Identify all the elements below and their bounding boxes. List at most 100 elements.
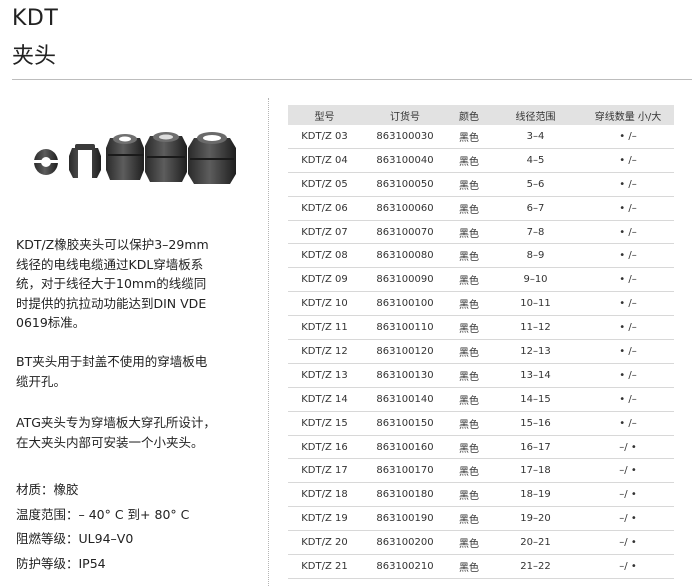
cell-range: 6–7	[526, 202, 545, 214]
cell-count: –/ •	[619, 537, 637, 549]
cell-order-no: 863100060	[376, 202, 434, 214]
cell-range: 16–17	[520, 441, 551, 453]
cell-range: 10–11	[520, 298, 551, 310]
cell-range: 4–5	[526, 154, 545, 166]
description-paragraph-2: BT夹头用于封盖不使用的穿墙板电 缆开孔。	[16, 352, 261, 391]
desc-line: ATG夹头专为穿墙板大穿孔所设计，	[16, 415, 216, 430]
cell-count: –/ •	[619, 441, 637, 453]
cell-model: KDT/Z 07	[301, 226, 348, 238]
cell-model: KDT/Z 05	[301, 178, 348, 190]
cell-color: 黑色	[459, 515, 479, 527]
table-row: KDT/Z 03 863100030 黑色 3–4 • /–	[288, 125, 674, 149]
cell-count: • /–	[619, 202, 637, 214]
cell-order-no: 863100160	[376, 441, 434, 453]
cell-count: • /–	[619, 250, 637, 262]
cell-count: • /–	[619, 226, 637, 238]
cell-range: 17–18	[520, 465, 551, 477]
cell-range: 9–10	[523, 274, 548, 286]
desc-line: 在大夹头内部可安装一个小夹头。	[16, 434, 204, 450]
table-body: KDT/Z 03 863100030 黑色 3–4 • /– KDT/Z 04 863100…	[288, 125, 674, 579]
cell-color: 黑色	[459, 204, 479, 216]
spec-flame-rating: 阻燃等级：UL94–V0	[16, 531, 134, 546]
table-row: KDT/Z 11 863100110 黑色 11–12 • /–	[288, 316, 674, 341]
spec-material: 材质：橡胶	[16, 482, 79, 497]
cell-count: –/ •	[619, 489, 637, 501]
cell-order-no: 863100200	[376, 537, 434, 549]
cell-order-no: 863100120	[376, 345, 434, 357]
cell-count: • /–	[619, 322, 637, 334]
desc-line: 缆开孔。	[16, 373, 67, 389]
desc-line: 统，对于线径大于10mm的线缆同	[16, 276, 207, 291]
cell-order-no: 863100090	[376, 274, 434, 286]
cell-range: 3–4	[526, 130, 545, 142]
header-order-no: 订货号	[390, 111, 420, 123]
grommet-xxlarge-icon	[188, 132, 236, 184]
cell-order-no: 863100050	[376, 178, 434, 190]
table-row: KDT/Z 13 863100130 黑色 13–14 • /–	[288, 364, 674, 388]
cell-color: 黑色	[459, 252, 479, 264]
cell-order-no: 863100180	[376, 489, 434, 501]
cell-count: • /–	[619, 417, 637, 429]
cell-range: 5–6	[526, 178, 545, 190]
table-row: KDT/Z 12 863100120 黑色 12–13 • /–	[288, 340, 674, 364]
cell-color: 黑色	[459, 419, 479, 431]
cell-range: 15–16	[520, 417, 551, 429]
cell-range: 8–9	[526, 250, 545, 262]
cell-range: 13–14	[520, 369, 551, 381]
table-row: KDT/Z 20 863100200 黑色 20–21 –/ •	[288, 531, 674, 556]
cell-order-no: 863100140	[376, 393, 434, 405]
product-table: 型号 订货号 颜色 线径范围 穿线数量 小/大 KDT/Z 03 86310003…	[288, 105, 674, 579]
cell-color: 黑色	[459, 395, 479, 407]
cell-range: 12–13	[520, 345, 551, 357]
cell-color: 黑色	[459, 443, 479, 455]
desc-line: 0619标准。	[16, 315, 86, 330]
header-model: 型号	[314, 111, 335, 123]
cell-color: 黑色	[459, 324, 479, 336]
description-paragraph-3: ATG夹头专为穿墙板大穿孔所设计， 在大夹头内部可安装一个小夹头。	[16, 413, 261, 452]
cell-count: –/ •	[619, 560, 637, 572]
table-row: KDT/Z 14 863100140 黑色 14–15 • /–	[288, 388, 674, 412]
cell-range: 19–20	[520, 513, 551, 525]
cell-color: 黑色	[459, 156, 479, 168]
cell-model: KDT/Z 16	[301, 441, 348, 453]
spec-temperature: 温度范围：– 40° C 到+ 80° C	[16, 506, 190, 522]
cell-color: 黑色	[459, 467, 479, 479]
cell-order-no: 863100170	[376, 465, 434, 477]
cell-model: KDT/Z 18	[301, 489, 348, 501]
cell-range: 21–22	[520, 560, 551, 572]
cell-count: • /–	[619, 369, 637, 381]
cell-order-no: 863100150	[376, 417, 434, 429]
cell-range: 11–12	[520, 322, 551, 334]
cell-color: 黑色	[459, 228, 479, 240]
table-row: KDT/Z 07 863100070 黑色 7–8 • /–	[288, 221, 674, 245]
table-row: KDT/Z 18 863100180 黑色 18–19 –/ •	[288, 483, 674, 508]
cell-count: –/ •	[619, 513, 637, 525]
table-row: KDT/Z 19 863100190 黑色 19–20 –/ •	[288, 507, 674, 532]
cell-order-no: 863100130	[376, 369, 434, 381]
cell-model: KDT/Z 17	[301, 465, 348, 477]
table-row: KDT/Z 21 863100210 黑色 21–22 –/ •	[288, 555, 674, 579]
grommet-medium-icon	[69, 144, 101, 178]
cell-model: KDT/Z 09	[301, 274, 348, 286]
cell-order-no: 863100190	[376, 513, 434, 525]
cell-count: • /–	[619, 274, 637, 286]
cell-color: 黑色	[459, 539, 479, 551]
cell-model: KDT/Z 19	[301, 513, 348, 525]
grommet-large-icon	[106, 134, 144, 180]
cell-count: –/ •	[619, 465, 637, 477]
cell-color: 黑色	[459, 180, 479, 192]
grommet-small-icon	[34, 149, 58, 175]
column-divider	[268, 98, 269, 586]
table-row: KDT/Z 05 863100050 黑色 5–6 • /–	[288, 173, 674, 197]
cell-model: KDT/Z 14	[301, 393, 348, 405]
header-range: 线径范围	[515, 111, 556, 123]
cell-order-no: 863100080	[376, 250, 434, 262]
desc-line: 线径的电线电缆通过KDL穿墙板系	[16, 256, 204, 272]
cell-model: KDT/Z 11	[301, 322, 348, 334]
cell-model: KDT/Z 13	[301, 369, 348, 381]
cell-count: • /–	[619, 154, 637, 166]
table-row: KDT/Z 09 863100090 黑色 9–10 • /–	[288, 268, 674, 293]
grommet-product-image	[34, 132, 236, 184]
cell-count: • /–	[619, 178, 637, 190]
cell-order-no: 863100040	[376, 154, 434, 166]
